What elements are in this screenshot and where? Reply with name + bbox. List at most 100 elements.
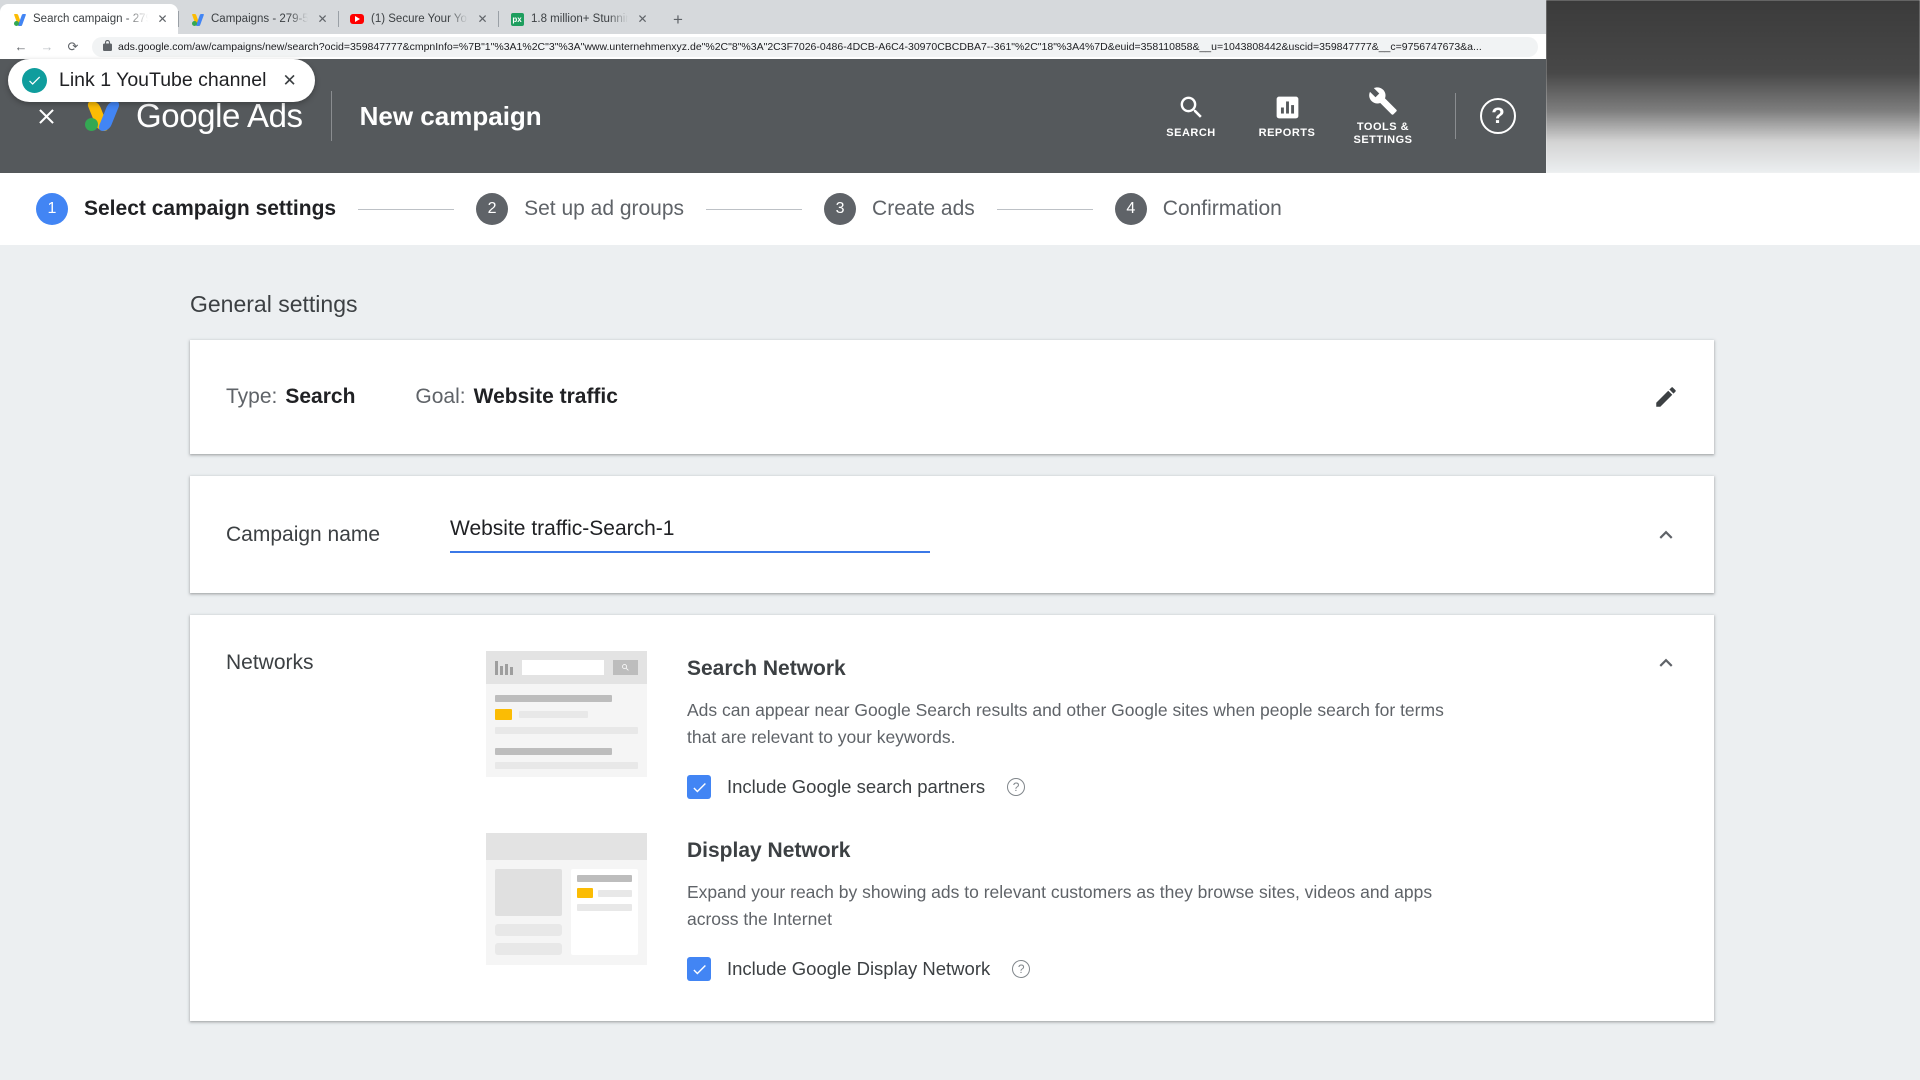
tab-title: Campaigns - 279-560-1893 -	[211, 13, 308, 25]
type-goal-card: Type: Search Goal: Website traffic	[190, 340, 1714, 454]
check-circle-icon	[22, 68, 47, 93]
tab-title: (1) Secure Your YouTube Acco	[371, 13, 468, 25]
collapse-networks-button[interactable]	[1618, 615, 1714, 711]
display-network-block: Display Network Expand your reach by sho…	[486, 833, 1604, 981]
search-partners-checkbox-row[interactable]: Include Google search partners ?	[687, 775, 1604, 799]
campaign-name-card: Campaign name	[190, 476, 1714, 593]
search-network-block: Search Network Ads can appear near Googl…	[486, 651, 1604, 799]
youtube-icon	[350, 12, 364, 26]
close-icon[interactable]: ✕	[635, 12, 650, 27]
new-tab-button[interactable]: +	[664, 5, 692, 33]
reports-button[interactable]: REPORTS	[1239, 93, 1335, 140]
step-1-number: 1	[36, 193, 68, 225]
browser-chrome: Search campaign - 279-560-1 ✕ Campaigns …	[0, 0, 1546, 59]
toast-message: Link 1 YouTube channel	[59, 69, 267, 91]
collapse-campaign-name-button[interactable]	[1618, 476, 1714, 593]
step-connector	[706, 208, 803, 210]
address-bar[interactable]: ads.google.com/aw/campaigns/new/search?o…	[92, 36, 1538, 57]
desktop-background-strip	[1546, 0, 1920, 173]
search-partners-checkbox[interactable]	[687, 775, 711, 799]
step-4-label: Confirmation	[1162, 197, 1282, 220]
page-title: New campaign	[359, 100, 542, 131]
display-network-description: Expand your reach by showing ads to rele…	[687, 882, 1433, 929]
step-2-label: Set up ad groups	[524, 197, 685, 220]
reload-icon[interactable]: ⟳	[60, 36, 86, 58]
header-divider	[330, 91, 332, 141]
close-icon[interactable]: ✕	[475, 12, 490, 27]
networks-label: Networks	[226, 651, 314, 674]
back-icon[interactable]: ←	[8, 36, 34, 58]
browser-tab-4[interactable]: px 1.8 million+ Stunning Free Ima ✕	[498, 4, 658, 34]
type-value: Search	[285, 385, 356, 408]
close-icon[interactable]: ✕	[315, 12, 330, 27]
help-circle-icon[interactable]: ?	[1007, 778, 1026, 796]
display-network-checkbox-row[interactable]: Include Google Display Network ?	[687, 957, 1604, 981]
step-connector	[996, 208, 1093, 210]
type-goal-row: Type: Search Goal: Website traffic	[190, 385, 618, 409]
tab-title: 1.8 million+ Stunning Free Ima	[531, 13, 628, 25]
search-icon	[1180, 96, 1202, 118]
pencil-edit-icon	[1656, 387, 1676, 407]
main-content: General settings Type: Search Goal: Webs…	[0, 245, 1920, 1080]
campaign-name-field[interactable]	[450, 516, 930, 553]
browser-tab-3[interactable]: (1) Secure Your YouTube Acco ✕	[338, 4, 498, 34]
forward-icon[interactable]: →	[34, 36, 60, 58]
browser-omnibar: ← → ⟳ ads.google.com/aw/campaigns/new/se…	[0, 34, 1546, 59]
tools-label-line2: SETTINGS	[1353, 133, 1413, 146]
networks-body: Search Network Ads can appear near Googl…	[486, 651, 1714, 981]
step-4[interactable]: 4 Confirmation	[1114, 193, 1282, 225]
step-3-label: Create ads	[872, 197, 975, 220]
campaign-name-input[interactable]	[450, 516, 930, 553]
display-network-heading: Display Network	[687, 839, 851, 862]
search-results-page-thumbnail	[486, 651, 647, 777]
browser-tab-1[interactable]: Search campaign - 279-560-1 ✕	[0, 4, 178, 34]
browser-tab-2[interactable]: Campaigns - 279-560-1893 - ✕	[178, 4, 338, 34]
step-2-number: 2	[476, 193, 509, 225]
tools-label-line1: TOOLS &	[1356, 120, 1410, 133]
goal-value: Website traffic	[473, 385, 618, 408]
google-ads-logo-icon	[84, 100, 122, 132]
tools-settings-button[interactable]: TOOLS & SETTINGS	[1335, 86, 1431, 147]
lock-icon	[103, 38, 112, 56]
display-network-label: Include Google Display Network	[727, 958, 991, 979]
step-1[interactable]: 1 Select campaign settings	[36, 193, 336, 225]
url-text: ads.google.com/aw/campaigns/new/search?o…	[118, 40, 1482, 53]
pexels-icon: px	[510, 12, 524, 26]
search-button[interactable]: SEARCH	[1143, 93, 1239, 140]
reports-bar-chart-icon	[1276, 96, 1298, 118]
help-circle-icon[interactable]: ?	[1012, 960, 1031, 978]
step-2[interactable]: 2 Set up ad groups	[476, 193, 684, 225]
goal-key: Goal:	[415, 385, 466, 408]
reports-button-label: REPORTS	[1258, 126, 1316, 139]
wrench-tools-icon	[1369, 86, 1397, 115]
networks-card: Networks Search Network Ads can appear n…	[190, 615, 1714, 1021]
google-ads-icon	[12, 12, 26, 26]
edit-type-goal-button[interactable]	[1618, 340, 1714, 454]
screen-root: Search campaign - 279-560-1 ✕ Campaigns …	[0, 0, 1920, 1080]
browser-tabstrip: Search campaign - 279-560-1 ✕ Campaigns …	[0, 0, 1546, 34]
google-ads-icon	[190, 12, 204, 26]
close-campaign-button[interactable]	[26, 96, 66, 136]
step-connector	[358, 208, 455, 210]
close-icon[interactable]: ✕	[282, 71, 296, 91]
search-network-heading: Search Network	[687, 657, 846, 680]
header-actions: SEARCH REPORTS TOOLS & SETTINGS ?	[1143, 86, 1546, 147]
chevron-up-icon	[1659, 530, 1673, 539]
type-key: Type:	[226, 385, 278, 408]
step-1-label: Select campaign settings	[84, 197, 337, 220]
pexels-icon-label: px	[510, 12, 524, 26]
close-icon[interactable]: ✕	[155, 12, 170, 27]
campaign-stepper: 1 Select campaign settings 2 Set up ad g…	[0, 173, 1920, 245]
header-actions-divider	[1455, 93, 1456, 139]
step-3-number: 3	[824, 193, 857, 225]
youtube-link-toast[interactable]: Link 1 YouTube channel ✕	[8, 59, 315, 102]
step-4-number: 4	[1114, 193, 1147, 225]
help-button[interactable]: ?	[1480, 98, 1516, 134]
brand-name: Google Ads	[136, 97, 303, 134]
search-partners-label: Include Google search partners	[727, 776, 986, 797]
section-title: General settings	[190, 291, 358, 317]
display-network-page-thumbnail	[486, 833, 647, 965]
search-network-description: Ads can appear near Google Search result…	[687, 700, 1444, 747]
step-3[interactable]: 3 Create ads	[824, 193, 975, 225]
display-network-checkbox[interactable]	[687, 957, 711, 981]
